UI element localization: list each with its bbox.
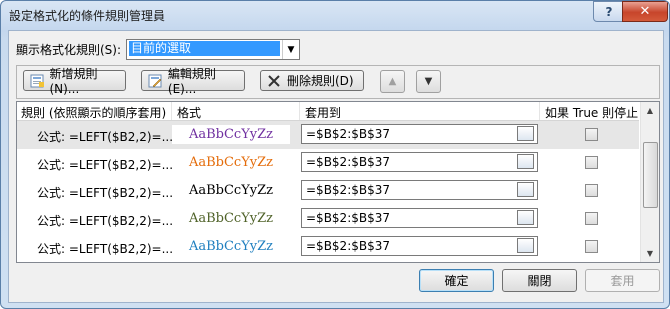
ok-button[interactable]: 確定 xyxy=(419,269,494,292)
table-row[interactable]: 公式: =LEFT($B2,2)=... AaBbCcYyZz =$B$2:$B… xyxy=(17,205,639,233)
rules-table: 規則 (依照顯示的順序套用) 格式 套用到 如果 True 則停止 公式: =L… xyxy=(16,101,660,263)
format-preview: AaBbCcYyZz xyxy=(172,153,290,172)
delete-icon xyxy=(265,74,283,88)
format-preview: AaBbCcYyZz xyxy=(172,209,290,228)
range-select-icon[interactable] xyxy=(517,182,534,197)
rules-manager-dialog: 設定格式化的條件規則管理員 ? ✕ 顯示格式化規則(S): 目前的選取 ▼ 新增… xyxy=(0,0,670,309)
column-header-applies-to[interactable]: 套用到 xyxy=(305,104,341,121)
column-divider xyxy=(171,102,172,120)
format-preview: AaBbCcYyZz xyxy=(172,237,290,256)
move-down-button[interactable]: ▼ xyxy=(416,70,441,93)
move-up-button[interactable]: ▲ xyxy=(380,70,405,93)
scroll-down-icon[interactable]: ▼ xyxy=(641,245,659,262)
rule-description: 公式: =LEFT($B2,2)=... xyxy=(37,186,174,200)
stop-if-true-checkbox[interactable] xyxy=(585,184,598,197)
new-rule-label: 新增規則(N)... xyxy=(49,67,98,96)
scroll-up-icon[interactable]: ▲ xyxy=(641,102,659,119)
edit-rule-icon xyxy=(146,74,164,88)
column-header-format[interactable]: 格式 xyxy=(177,104,201,121)
arrow-up-icon: ▲ xyxy=(388,76,397,87)
applies-to-value: =$B$2:$B$37 xyxy=(306,239,391,253)
table-header: 規則 (依照顯示的順序套用) 格式 套用到 如果 True 則停止 xyxy=(17,102,639,121)
applies-to-field[interactable]: =$B$2:$B$37 xyxy=(301,208,538,228)
edit-rule-label: 編輯規則(E)... xyxy=(167,67,216,96)
edit-rule-button[interactable]: 編輯規則(E)... xyxy=(141,67,245,96)
help-icon: ? xyxy=(605,4,613,19)
column-header-stop-if-true[interactable]: 如果 True 則停止 xyxy=(545,104,638,121)
column-divider xyxy=(299,102,300,120)
table-row[interactable]: 公式: =LEFT($B2,2)=... AaBbCcYyZz =$B$2:$B… xyxy=(17,177,639,205)
close-window-button[interactable]: ✕ xyxy=(622,1,668,22)
rule-description: 公式: =LEFT($B2,2)=... xyxy=(37,242,174,256)
vertical-scrollbar[interactable]: ▲ ▼ xyxy=(640,102,659,262)
column-header-rule[interactable]: 規則 (依照顯示的順序套用) xyxy=(21,104,166,121)
column-divider xyxy=(539,102,540,120)
table-row[interactable]: 公式: =LEFT($B2,2)=... AaBbCcYyZz =$B$2:$B… xyxy=(17,149,639,177)
applies-to-field[interactable]: =$B$2:$B$37 xyxy=(301,180,538,200)
range-select-icon[interactable] xyxy=(517,238,534,253)
close-button[interactable]: 關閉 xyxy=(502,269,577,292)
format-preview: AaBbCcYyZz xyxy=(172,181,290,200)
stop-if-true-checkbox[interactable] xyxy=(585,212,598,225)
table-row[interactable]: 公式: =LEFT($B2,2)=... AaBbCcYyZz =$B$2:$B… xyxy=(17,233,639,261)
help-button[interactable]: ? xyxy=(593,1,625,22)
title-bar: 設定格式化的條件規則管理員 ? ✕ xyxy=(1,1,669,29)
new-rule-icon xyxy=(28,74,45,88)
chevron-down-icon[interactable]: ▼ xyxy=(282,40,299,59)
rule-description: 公式: =LEFT($B2,2)=... xyxy=(37,158,174,172)
close-icon: ✕ xyxy=(639,4,651,19)
applies-to-value: =$B$2:$B$37 xyxy=(306,155,391,169)
scope-label: 顯示格式化規則(S): xyxy=(16,43,122,57)
scope-dropdown[interactable]: 目前的選取 ▼ xyxy=(126,39,300,60)
arrow-down-icon: ▼ xyxy=(424,76,433,87)
delete-rule-label: 刪除規則(D) xyxy=(287,74,354,88)
format-preview: AaBbCcYyZz xyxy=(172,125,290,144)
rule-description: 公式: =LEFT($B2,2)=... xyxy=(37,130,174,144)
applies-to-value: =$B$2:$B$37 xyxy=(306,127,391,141)
delete-rule-button[interactable]: 刪除規則(D) xyxy=(260,70,364,91)
rule-toolbar: 新增規則(N)... 編輯規則(E)... 刪除規則(D) ▲ ▼ xyxy=(16,65,660,99)
scope-selected-value: 目前的選取 xyxy=(129,41,280,56)
stop-if-true-checkbox[interactable] xyxy=(585,128,598,141)
stop-if-true-checkbox[interactable] xyxy=(585,240,598,253)
window-title: 設定格式化的條件規則管理員 xyxy=(9,9,166,23)
table-row[interactable]: 公式: =LEFT($B2,2)=... AaBbCcYyZz =$B$2:$B… xyxy=(17,121,639,149)
range-select-icon[interactable] xyxy=(517,154,534,169)
applies-to-value: =$B$2:$B$37 xyxy=(306,183,391,197)
stop-if-true-checkbox[interactable] xyxy=(585,156,598,169)
applies-to-field[interactable]: =$B$2:$B$37 xyxy=(301,124,538,144)
range-select-icon[interactable] xyxy=(517,210,534,225)
applies-to-field[interactable]: =$B$2:$B$37 xyxy=(301,236,538,256)
new-rule-button[interactable]: 新增規則(N)... xyxy=(23,67,126,96)
scrollbar-thumb[interactable] xyxy=(643,142,658,208)
rule-description: 公式: =LEFT($B2,2)=... xyxy=(37,214,174,228)
apply-button[interactable]: 套用 xyxy=(585,269,660,292)
dialog-body: 顯示格式化規則(S): 目前的選取 ▼ 新增規則(N)... 編輯規則(E)..… xyxy=(8,30,664,303)
range-select-icon[interactable] xyxy=(517,126,534,141)
applies-to-field[interactable]: =$B$2:$B$37 xyxy=(301,152,538,172)
applies-to-value: =$B$2:$B$37 xyxy=(306,211,391,225)
